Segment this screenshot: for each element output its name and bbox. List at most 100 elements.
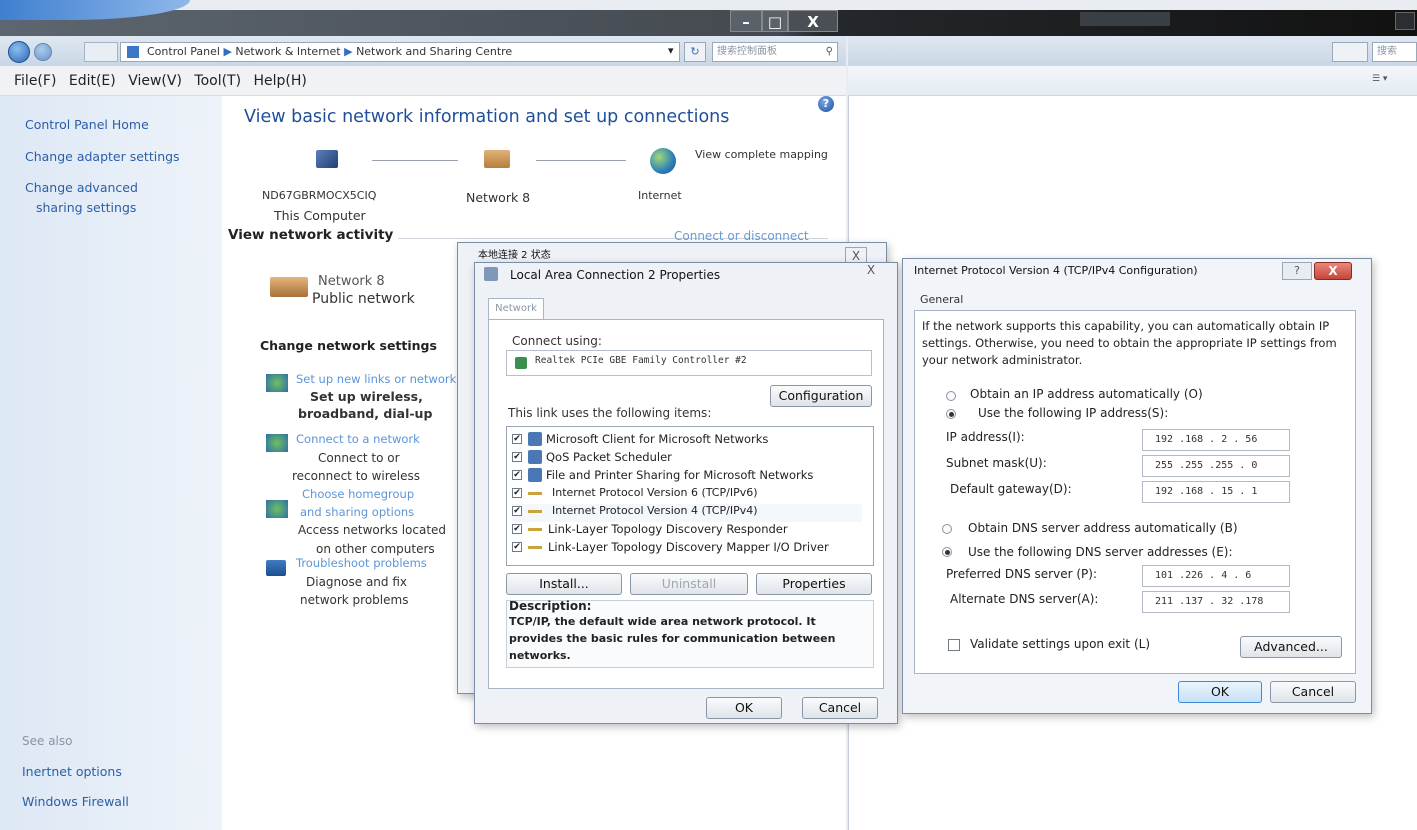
address-dropdown-icon[interactable]: ▾ — [668, 44, 674, 57]
breadcrumb-separator-icon: ▶ — [223, 45, 232, 58]
network-bench-icon[interactable] — [484, 150, 510, 168]
control-panel-icon — [127, 46, 139, 58]
protocol-icon — [528, 546, 542, 549]
breadcrumb[interactable]: Control Panel ▶ Network & Internet ▶ Net… — [120, 42, 680, 62]
adapter-field: Realtek PCIe GBE Family Controller #2 — [506, 350, 872, 376]
use-dns-radio[interactable] — [942, 547, 952, 557]
sidebar-item-advanced-sharing-line2[interactable]: sharing settings — [36, 200, 136, 215]
task-desc: broadband, dial-up — [298, 406, 433, 421]
view-options-icon[interactable]: ☰ ▾ — [1372, 74, 1398, 88]
ip-address-input[interactable]: 192 .168 . 2 . 56 — [1142, 429, 1290, 451]
item-label: QoS Packet Scheduler — [546, 450, 672, 464]
menu-help[interactable]: Help(H) — [254, 73, 307, 89]
back-arrow-icon[interactable] — [8, 41, 30, 63]
window-title-bar — [0, 10, 1417, 36]
breadcrumb-control-panel[interactable]: Control Panel — [147, 45, 220, 58]
ipv4-dialog-title: Internet Protocol Version 4 (TCP/IPv4 Co… — [914, 264, 1198, 277]
ipv4-cancel-button[interactable]: Cancel — [1270, 681, 1356, 703]
computer-icon[interactable] — [316, 150, 338, 168]
properties-cancel-button[interactable]: Cancel — [802, 697, 878, 719]
page-title: View basic network information and set u… — [244, 107, 730, 127]
list-item[interactable]: ✔ Link-Layer Topology Discovery Responde… — [512, 522, 862, 540]
help-icon[interactable]: ? — [818, 96, 834, 112]
item-checkbox[interactable]: ✔ — [512, 434, 522, 444]
validate-checkbox[interactable] — [948, 639, 960, 651]
list-item[interactable]: ✔ Internet Protocol Version 4 (TCP/IPv4) — [512, 504, 862, 522]
sidebar-item-adapter-settings[interactable]: Change adapter settings — [25, 149, 180, 164]
alternate-dns-input[interactable]: 211 .137 . 32 .178 — [1142, 591, 1290, 613]
tab-general[interactable]: General — [916, 291, 976, 311]
menu-tool[interactable]: Tool(T) — [194, 73, 241, 89]
preferred-dns-input[interactable]: 101 .226 . 4 . 6 — [1142, 565, 1290, 587]
setup-links-link[interactable]: Set up new links or networks — [296, 372, 462, 386]
view-activity-heading: View network activity — [228, 227, 394, 243]
task-desc: Connect to or — [318, 451, 400, 465]
configuration-button[interactable]: Configuration — [770, 385, 872, 407]
tab-network[interactable]: Network — [488, 298, 544, 320]
item-checkbox[interactable]: ✔ — [512, 470, 522, 480]
breadcrumb-network-internet[interactable]: Network & Internet — [235, 45, 340, 58]
list-item[interactable]: ✔ Internet Protocol Version 6 (TCP/IPv6) — [512, 486, 862, 504]
windows-firewall-link[interactable]: Windows Firewall — [22, 794, 129, 809]
use-ip-radio[interactable] — [946, 409, 956, 419]
menu-edit[interactable]: Edit(E) — [69, 73, 116, 89]
item-label: Internet Protocol Version 4 (TCP/IPv4) — [552, 504, 758, 517]
item-checkbox[interactable]: ✔ — [512, 542, 522, 552]
internet-options-link[interactable]: Inertnet options — [22, 764, 122, 779]
gateway-label: Default gateway(D): — [950, 482, 1072, 496]
search-input[interactable]: 搜索控制面板 ⚲ — [712, 42, 838, 62]
ip-info-text: If the network supports this capability,… — [922, 319, 1337, 367]
close-button[interactable]: X — [788, 10, 838, 32]
ipv4-help-button[interactable]: ? — [1282, 262, 1312, 280]
connect-disconnect-link[interactable]: Connect or disconnect — [674, 229, 809, 243]
menu-view[interactable]: View(V) — [128, 73, 182, 89]
sidebar-item-control-panel-home[interactable]: Control Panel Home — [25, 117, 149, 132]
search-icon[interactable]: ⚲ — [826, 43, 833, 61]
second-window-minimize[interactable] — [1395, 12, 1415, 30]
item-checkbox[interactable]: ✔ — [512, 524, 522, 534]
breadcrumb-network-sharing[interactable]: Network and Sharing Centre — [356, 45, 512, 58]
ipv4-close-button[interactable]: X — [1314, 262, 1352, 280]
properties-button[interactable]: Properties — [756, 573, 872, 595]
uninstall-button[interactable]: Uninstall — [630, 573, 748, 595]
second-refresh-icon[interactable] — [1332, 42, 1368, 62]
internet-globe-icon[interactable] — [650, 148, 676, 174]
maximize-button[interactable]: □ — [762, 10, 788, 32]
forward-arrow-icon[interactable] — [34, 43, 52, 61]
sidebar-item-advanced-sharing[interactable]: Change advanced — [25, 180, 138, 195]
validate-label: Validate settings upon exit (L) — [970, 637, 1150, 651]
view-complete-mapping-link[interactable]: View complete mapping — [695, 148, 828, 161]
use-ip-label: Use the following IP address(S): — [978, 406, 1169, 420]
connect-using-label: Connect using: — [512, 334, 602, 348]
network-type-link[interactable]: Public network — [312, 291, 415, 307]
obtain-dns-radio[interactable] — [942, 524, 952, 534]
list-item[interactable]: ✔ File and Printer Sharing for Microsoft… — [512, 468, 862, 486]
connect-network-link[interactable]: Connect to a network — [296, 432, 420, 446]
file-sharing-icon — [528, 468, 542, 482]
network-name: Network 8 — [318, 274, 385, 289]
gateway-input[interactable]: 192 .168 . 15 . 1 — [1142, 481, 1290, 503]
item-checkbox[interactable]: ✔ — [512, 488, 522, 498]
install-button[interactable]: Install... — [506, 573, 622, 595]
properties-ok-button[interactable]: OK — [706, 697, 782, 719]
minimize-button[interactable]: – — [730, 10, 762, 32]
sharing-options-link[interactable]: and sharing options — [300, 505, 414, 519]
network-bench-icon — [270, 277, 308, 297]
subnet-mask-input[interactable]: 255 .255 .255 . 0 — [1142, 455, 1290, 477]
properties-close-button[interactable]: X — [860, 262, 882, 280]
homegroup-link[interactable]: Choose homegroup — [302, 487, 414, 501]
menu-file[interactable]: File(F) — [14, 73, 56, 89]
list-item[interactable]: ✔ Link-Layer Topology Discovery Mapper I… — [512, 540, 862, 558]
task-desc: reconnect to wireless — [292, 469, 420, 483]
item-checkbox[interactable]: ✔ — [512, 452, 522, 462]
list-item[interactable]: ✔ QoS Packet Scheduler — [512, 450, 862, 468]
second-search-input[interactable]: 搜索 — [1372, 42, 1417, 62]
refresh-icon[interactable]: ↻ — [684, 42, 706, 62]
item-checkbox[interactable]: ✔ — [512, 506, 522, 516]
ipv4-ok-button[interactable]: OK — [1178, 681, 1262, 703]
protocol-icon — [528, 528, 542, 531]
advanced-button[interactable]: Advanced... — [1240, 636, 1342, 658]
obtain-ip-radio[interactable] — [946, 391, 956, 401]
troubleshoot-link[interactable]: Troubleshoot problems — [296, 556, 427, 570]
list-item[interactable]: ✔ Microsoft Client for Microsoft Network… — [512, 432, 862, 450]
